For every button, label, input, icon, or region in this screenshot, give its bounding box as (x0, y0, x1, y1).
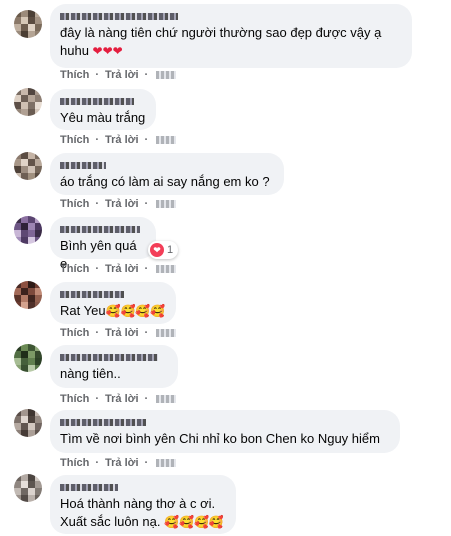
timestamp[interactable] (156, 395, 177, 403)
separator: · (95, 69, 100, 81)
comment-text: Yêu màu trắng (60, 110, 146, 125)
separator: · (95, 457, 100, 469)
like-button[interactable]: Thích (60, 68, 89, 82)
separator: · (95, 263, 100, 275)
avatar[interactable] (14, 281, 42, 309)
like-button[interactable]: Thích (60, 326, 89, 340)
reply-button[interactable]: Trả lời (105, 456, 139, 470)
separator: · (144, 457, 149, 469)
reply-button[interactable]: Trả lời (105, 133, 139, 147)
commenter-name[interactable] (60, 481, 118, 493)
like-button[interactable]: Thích (60, 392, 89, 406)
reply-button[interactable]: Trả lời (105, 197, 139, 211)
heart-icon: ❤ (150, 243, 164, 257)
avatar[interactable] (14, 474, 42, 502)
comment-text: Rat Yeu🥰🥰🥰🥰 (60, 303, 166, 318)
comment-bubble: Tìm về nơi bình yên Chi nhỉ ko bon Chen … (50, 410, 400, 453)
reaction-count: 1 (167, 244, 174, 256)
reply-button[interactable]: Trả lời (105, 68, 139, 82)
commenter-name[interactable] (60, 95, 134, 107)
separator: · (95, 198, 100, 210)
comment-actions: Thích · Trả lời · (60, 133, 177, 147)
comment-text: đây là nàng tiên chứ người thường sao đẹ… (60, 25, 382, 58)
comment-text: Hoá thành nàng thơ à c ơi. Xuất sắc luôn… (60, 496, 224, 529)
like-button[interactable]: Thích (60, 456, 89, 470)
commenter-name[interactable] (60, 288, 124, 300)
separator: · (95, 393, 100, 405)
comment-bubble: Hoá thành nàng thơ à c ơi. Xuất sắc luôn… (50, 475, 236, 534)
comment-text: áo trắng có làm ai say nắng em ko ? (60, 174, 270, 189)
separator: · (144, 263, 149, 275)
reply-button[interactable]: Trả lời (105, 326, 139, 340)
comment-text: nàng tiên.. (60, 366, 121, 381)
commenter-name[interactable] (60, 351, 158, 363)
comment-bubble: Bình yên quá e (50, 217, 156, 271)
smiling-face-with-hearts-emoji: 🥰🥰🥰🥰 (164, 515, 224, 529)
separator: · (144, 327, 149, 339)
separator: · (144, 134, 149, 146)
avatar[interactable] (14, 10, 42, 38)
comment-bubble: đây là nàng tiên chứ người thường sao đẹ… (50, 4, 412, 68)
avatar[interactable] (14, 216, 42, 244)
separator: · (95, 327, 100, 339)
comment-text: Tìm về nơi bình yên Chi nhỉ ko bon Chen … (60, 431, 380, 446)
reaction-summary[interactable]: ❤ 1 (148, 241, 179, 259)
timestamp[interactable] (156, 459, 177, 467)
comment-actions: Thích · Trả lời · (60, 197, 177, 211)
reply-button[interactable]: Trả lời (105, 392, 139, 406)
comment-actions: Thích · Trả lời · (60, 68, 177, 82)
like-button[interactable]: Thích (60, 262, 89, 276)
commenter-name[interactable] (60, 159, 106, 171)
commenter-name[interactable] (60, 416, 146, 428)
avatar[interactable] (14, 88, 42, 116)
separator: · (144, 198, 149, 210)
like-button[interactable]: Thích (60, 197, 89, 211)
timestamp[interactable] (156, 200, 177, 208)
avatar[interactable] (14, 409, 42, 437)
like-button[interactable]: Thích (60, 133, 89, 147)
comment-actions: Thích · Trả lời · (60, 326, 177, 340)
separator: · (144, 393, 149, 405)
separator: · (144, 69, 149, 81)
separator: · (95, 134, 100, 146)
avatar[interactable] (14, 344, 42, 372)
comment-actions: Thích · Trả lời · (60, 392, 177, 406)
timestamp[interactable] (156, 329, 177, 337)
comment-bubble: áo trắng có làm ai say nắng em ko ? (50, 153, 284, 195)
comment-bubble: Yêu màu trắng (50, 89, 156, 130)
reply-button[interactable]: Trả lời (105, 262, 139, 276)
timestamp[interactable] (156, 265, 177, 273)
timestamp[interactable] (156, 71, 177, 79)
smiling-face-with-hearts-emoji: 🥰🥰🥰🥰 (105, 304, 166, 318)
timestamp[interactable] (156, 136, 177, 144)
comment-bubble: nàng tiên.. (50, 345, 178, 388)
commenter-name[interactable] (60, 223, 140, 235)
heart-emoji: ❤❤❤ (92, 44, 123, 58)
comment-bubble: Rat Yeu🥰🥰🥰🥰 (50, 282, 176, 324)
avatar[interactable] (14, 152, 42, 180)
comment-actions: Thích · Trả lời · (60, 456, 177, 470)
commenter-name[interactable] (60, 10, 178, 22)
comment-actions: Thích · Trả lời · (60, 262, 177, 276)
